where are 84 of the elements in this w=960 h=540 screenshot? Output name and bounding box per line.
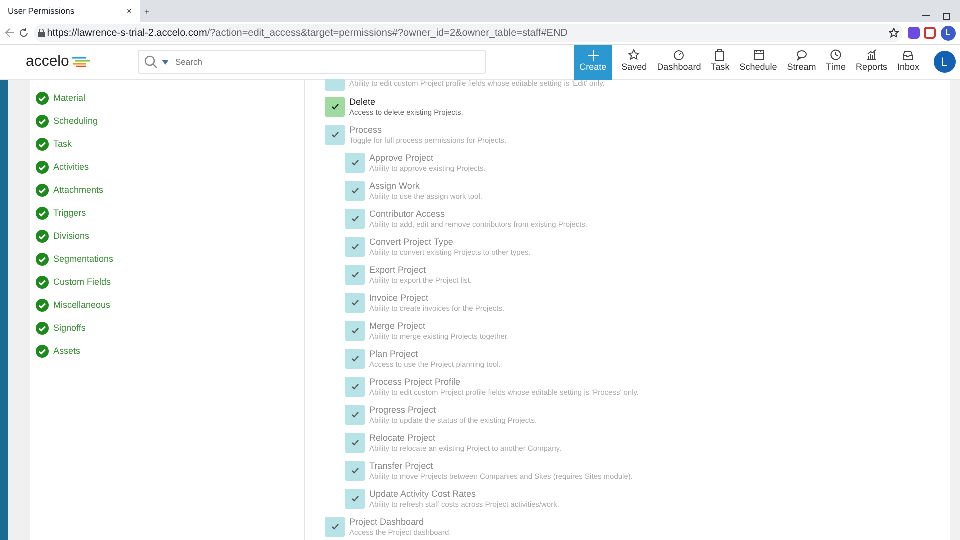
search-field[interactable]: Search (174, 54, 480, 70)
bar-chart-icon (866, 49, 878, 62)
check-icon (352, 188, 358, 194)
back-arrow-icon[interactable] (4, 28, 14, 38)
search-icon (144, 55, 158, 69)
tab-title: User Permissions (8, 4, 75, 18)
check-icon (332, 132, 338, 138)
check-icon (352, 272, 358, 278)
gauge-icon (673, 49, 686, 62)
permission-title: Plan Project (370, 349, 420, 360)
scrollbar[interactable] (950, 80, 960, 540)
check-icon (352, 412, 358, 418)
permission-title: Process Project Profile (370, 377, 462, 388)
nav-button[interactable]: Reports (850, 49, 892, 75)
sidebar-item[interactable]: Task (30, 133, 304, 156)
create-button[interactable]: Create (574, 44, 612, 80)
permission-title: Progress Project (370, 405, 438, 416)
nav-button[interactable]: Stream (782, 49, 822, 75)
permission-title: Convert Project Type (370, 237, 454, 248)
calendar-icon (752, 49, 764, 62)
nav-button[interactable]: Time (821, 49, 851, 75)
caret-icon[interactable] (162, 60, 169, 64)
sidebar-item[interactable]: Miscellaneous (30, 294, 304, 317)
sidebar-item[interactable]: Attachments (30, 179, 304, 202)
check-icon (352, 356, 358, 362)
check-icon (332, 524, 338, 530)
nav-button[interactable]: Saved (616, 49, 652, 75)
extension-icon[interactable] (908, 27, 920, 39)
sidebar-item[interactable]: Activities (30, 156, 304, 179)
logo-text[interactable]: accelo (26, 50, 70, 74)
check-icon (352, 300, 358, 306)
extension-icon[interactable] (924, 27, 936, 39)
permission-title: Merge Project (370, 321, 427, 332)
sidebar-item[interactable]: Triggers (30, 202, 304, 225)
sidebar-item[interactable]: Divisions (30, 225, 304, 248)
check-icon (352, 160, 358, 166)
profile-avatar[interactable]: L (940, 26, 956, 40)
check-icon (352, 440, 358, 446)
search-box[interactable]: Search (138, 50, 486, 74)
nav-button[interactable]: Inbox (892, 49, 924, 75)
check-icon (332, 104, 338, 110)
check-icon (352, 384, 358, 390)
permission-title: Process (350, 125, 384, 136)
permission-title: Transfer Project (370, 461, 434, 472)
permission-title: Contributor Access (370, 209, 446, 220)
sidebar-item[interactable]: Signoffs (30, 317, 304, 340)
sidebar-item[interactable]: Assets (30, 340, 304, 363)
permission-title: Project Dashboard (350, 517, 426, 528)
logo-lines-icon (72, 57, 90, 67)
tab-close-button[interactable]: × (127, 4, 132, 18)
reload-icon[interactable] (19, 28, 29, 38)
sidebar-item[interactable]: Custom Fields (30, 271, 304, 294)
permission-title: Assign Work (370, 181, 421, 192)
restore-icon[interactable] (943, 12, 951, 20)
clipboard-icon (714, 49, 726, 62)
sidebar-item[interactable]: Segmentations (30, 248, 304, 271)
permission-title: Invoice Project (370, 293, 430, 304)
permission-title: Delete (350, 97, 377, 108)
lock-icon (38, 29, 45, 37)
inbox-icon (902, 49, 914, 62)
check-icon (352, 216, 358, 222)
new-tab-button[interactable]: + (144, 6, 150, 20)
plus-icon (588, 50, 599, 61)
user-avatar[interactable]: L (934, 51, 956, 73)
check-icon (352, 244, 358, 250)
address-bar[interactable]: https://lawrence-s-trial-2.accelo.com/?action=edit_access&target=permissions#?owner_id=2&owner_table=staff#END (34, 24, 903, 42)
chat-bubble-icon (796, 49, 808, 62)
sidebar-item[interactable]: Scheduling (30, 110, 304, 133)
permission-title: Approve Project (370, 153, 435, 164)
check-icon (352, 496, 358, 502)
check-icon (352, 468, 358, 474)
nav-button[interactable]: Schedule (734, 49, 782, 75)
clock-icon (830, 49, 842, 62)
permission-title: Export Project (370, 265, 428, 276)
nav-button[interactable]: Dashboard (652, 49, 706, 75)
sidebar-item[interactable]: Material (30, 87, 304, 110)
checkbox[interactable] (325, 97, 345, 117)
browser-tab[interactable]: User Permissions × (0, 0, 140, 22)
star-icon (628, 49, 640, 62)
check-icon (352, 328, 358, 334)
permission-title: Relocate Project (370, 433, 437, 444)
nav-button[interactable]: Task (706, 49, 735, 75)
star-icon[interactable] (888, 28, 898, 38)
permission-title: Update Activity Cost Rates (370, 489, 478, 500)
